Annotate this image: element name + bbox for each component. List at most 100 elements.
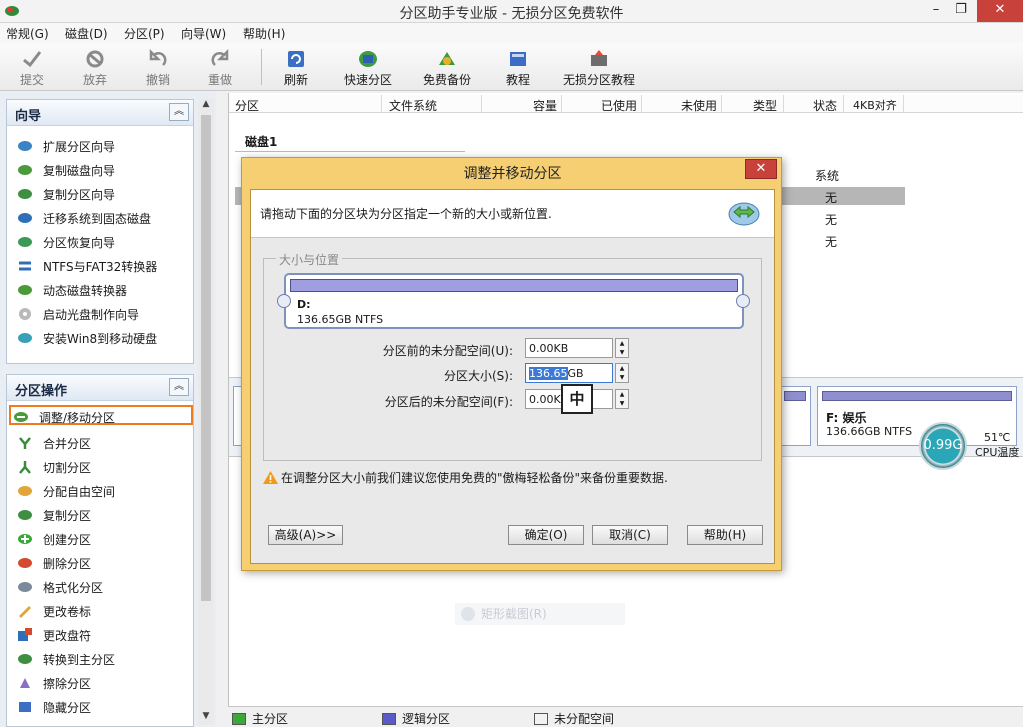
- left-scrollbar[interactable]: ▲ ▼: [198, 99, 214, 725]
- menu-partition[interactable]: 分区(P): [124, 25, 165, 42]
- merge-icon: [19, 437, 31, 449]
- partition-size-label: 136.65GB NTFS: [297, 313, 384, 326]
- wizard-ntfs-fat32[interactable]: NTFS与FAT32转换器: [15, 256, 195, 276]
- quick-partition-icon: [359, 51, 377, 67]
- after-space-stepper[interactable]: ▲ ▼: [615, 389, 629, 409]
- partition-ops-title: 分区操作: [15, 384, 68, 399]
- wipe-icon: [20, 678, 30, 688]
- col-4kb-align[interactable]: 4KB对齐: [853, 97, 897, 113]
- wizard-extend-partition[interactable]: 扩展分区向导: [15, 136, 195, 156]
- lossless-tutorial-button[interactable]: 无损分区教程: [560, 49, 638, 88]
- before-space-stepper[interactable]: ▲ ▼: [615, 338, 629, 358]
- discard-icon: [86, 50, 104, 68]
- op-allocate-free-space[interactable]: 分配自由空间: [15, 481, 195, 501]
- op-delete-partition[interactable]: 删除分区: [15, 553, 195, 573]
- tutorial-button[interactable]: 教程: [500, 49, 536, 88]
- warning-icon: [263, 471, 278, 484]
- menu-disk[interactable]: 磁盘(D): [65, 25, 108, 42]
- ok-button[interactable]: 确定(O): [508, 525, 584, 545]
- op-resize-move-partition[interactable]: 调整/移动分区: [9, 405, 193, 425]
- label-icon: [19, 606, 31, 618]
- size-position-group: 大小与位置 D: 136.65GB NTFS 分区前的未分配空间(U): 0.0…: [263, 251, 762, 461]
- scroll-up-arrow[interactable]: ▲: [198, 99, 214, 113]
- wizard-dynamic-disk[interactable]: 动态磁盘转换器: [15, 280, 195, 300]
- op-convert-to-primary[interactable]: 转换到主分区: [15, 649, 195, 669]
- cancel-button[interactable]: 取消(C): [592, 525, 668, 545]
- wizard-partition-recovery[interactable]: 分区恢复向导: [15, 232, 195, 252]
- dynamic-disk-icon: [18, 285, 32, 295]
- right-resize-handle[interactable]: [736, 294, 750, 308]
- wizard-copy-disk[interactable]: 复制磁盘向导: [15, 160, 195, 180]
- op-change-label[interactable]: 更改卷标: [15, 601, 195, 621]
- tutorial-disk-icon: [591, 50, 607, 66]
- legend-primary-swatch: [232, 713, 246, 725]
- submit-button[interactable]: 提交: [14, 49, 50, 88]
- menu-help[interactable]: 帮助(H): [243, 25, 285, 42]
- advanced-button[interactable]: 高级(A)>>: [268, 525, 343, 545]
- quick-partition-button[interactable]: 快速分区: [340, 49, 396, 88]
- op-copy-partition[interactable]: 复制分区: [15, 505, 195, 525]
- op-wipe-partition[interactable]: 擦除分区: [15, 673, 195, 693]
- wizard-collapse-button[interactable]: ︽: [169, 103, 189, 121]
- col-used[interactable]: 已使用: [601, 97, 637, 114]
- backup-icon: [439, 52, 455, 65]
- restore-button[interactable]: ❐: [946, 0, 976, 22]
- resize-icon: [14, 412, 28, 422]
- col-status[interactable]: 状态: [813, 97, 837, 114]
- op-create-partition[interactable]: 创建分区: [15, 529, 195, 549]
- left-panel: 向导 ︽ 扩展分区向导 复制磁盘向导 复制分区向导 迁移系统到固态磁盘 分区恢复…: [0, 91, 216, 727]
- partition-ops-collapse-button[interactable]: ︽: [169, 378, 189, 396]
- partition-block[interactable]: [779, 386, 811, 446]
- legend-bar: 主分区 逻辑分区 未分配空间: [228, 706, 1023, 727]
- snip-tooltip: 矩形截图(R): [455, 603, 625, 625]
- legend-primary: 主分区: [232, 710, 288, 727]
- undo-button[interactable]: 撤销: [140, 49, 176, 88]
- op-hide-partition[interactable]: 隐藏分区: [15, 697, 195, 717]
- op-split-partition[interactable]: 切割分区: [15, 457, 195, 477]
- wizard-win8-usb[interactable]: 安装Win8到移动硬盘: [15, 328, 195, 348]
- discard-button[interactable]: 放弃: [77, 49, 113, 88]
- free-backup-button[interactable]: 免费备份: [419, 49, 475, 88]
- redo-button[interactable]: 重做: [202, 49, 238, 88]
- menu-general[interactable]: 常规(G): [6, 25, 49, 42]
- wizard-panel-title: 向导: [15, 109, 42, 124]
- migrate-icon: [18, 213, 32, 223]
- toolbar: 提交 放弃 撤销 重做 刷新 快速分区 免费备份 教程 无损分区教程: [0, 43, 1023, 91]
- op-change-drive-letter[interactable]: 更改盘符: [15, 625, 195, 645]
- convert-primary-icon: [18, 654, 32, 664]
- backup-warning: 在调整分区大小前我们建议您使用免费的"傲梅轻松备份"来备份重要数据.: [263, 469, 668, 486]
- left-resize-handle[interactable]: [277, 294, 291, 308]
- menu-wizard[interactable]: 向导(W): [181, 25, 226, 42]
- col-partition[interactable]: 分区: [235, 97, 259, 114]
- size-stepper[interactable]: ▲ ▼: [615, 363, 629, 383]
- op-merge-partition[interactable]: 合并分区: [15, 433, 195, 453]
- col-filesystem[interactable]: 文件系统: [389, 97, 437, 114]
- copy-icon: [18, 510, 32, 520]
- partition-drag-block[interactable]: D: 136.65GB NTFS: [284, 273, 744, 329]
- col-capacity[interactable]: 容量: [533, 97, 557, 114]
- legend-logical-swatch: [382, 713, 396, 725]
- refresh-button[interactable]: 刷新: [278, 49, 314, 88]
- refresh-icon: [288, 51, 304, 67]
- wizard-boot-disc[interactable]: 启动光盘制作向导: [15, 304, 195, 324]
- scroll-down-arrow[interactable]: ▼: [198, 711, 214, 725]
- col-unused[interactable]: 未使用: [681, 97, 717, 114]
- close-button[interactable]: ✕: [977, 0, 1023, 22]
- hide-icon: [19, 702, 31, 712]
- toolbar-separator: [261, 49, 262, 85]
- op-format-partition[interactable]: 格式化分区: [15, 577, 195, 597]
- extend-icon: [18, 141, 32, 151]
- size-label: 分区大小(S):: [443, 369, 513, 383]
- help-button[interactable]: 帮助(H): [687, 525, 763, 545]
- size-input[interactable]: 136.65GB: [525, 363, 613, 383]
- wizard-migrate-os[interactable]: 迁移系统到固态磁盘: [15, 208, 195, 228]
- legend-unallocated-swatch: [534, 713, 548, 725]
- before-space-input[interactable]: 0.00KB: [525, 338, 613, 358]
- dialog-body: 请拖动下面的分区块为分区指定一个新的大小或新位置. 大小与位置 D: 136.6…: [250, 189, 775, 564]
- check-icon: [23, 51, 42, 68]
- dialog-close-button[interactable]: ✕: [745, 159, 777, 179]
- wizard-copy-partition[interactable]: 复制分区向导: [15, 184, 195, 204]
- ime-indicator[interactable]: 中: [561, 384, 593, 414]
- scroll-thumb[interactable]: [201, 115, 211, 601]
- col-type[interactable]: 类型: [753, 97, 777, 114]
